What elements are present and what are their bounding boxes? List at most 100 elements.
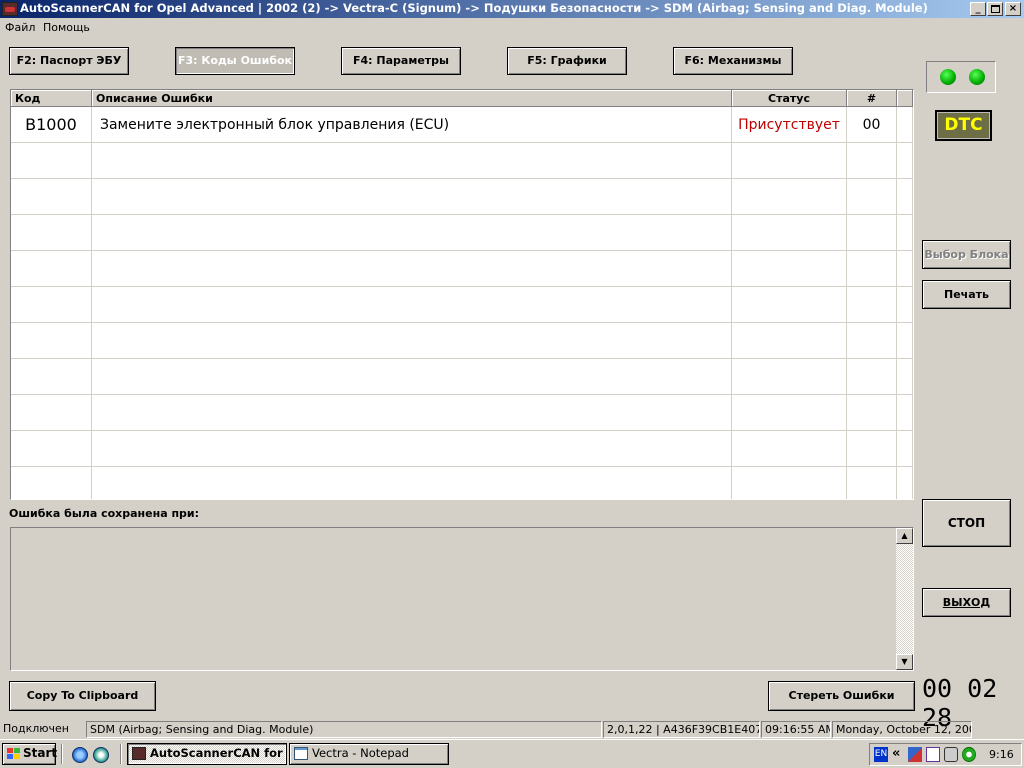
menu-file[interactable]: Файл (5, 21, 35, 34)
tab-mechanisms[interactable]: F6: Механизмы (673, 47, 793, 75)
table-cell (897, 251, 913, 287)
tab-parameters[interactable]: F4: Параметры (341, 47, 461, 75)
cell-count: 00 (847, 107, 897, 143)
stop-button[interactable]: СТОП (922, 499, 1011, 547)
table-cell (897, 467, 913, 499)
table-row-empty[interactable] (11, 287, 913, 323)
table-cell (11, 467, 92, 499)
table-cell (847, 359, 897, 395)
restore-icon (990, 5, 1000, 13)
table-cell (92, 395, 732, 431)
tray-app-icon[interactable] (944, 747, 958, 762)
tray-status-icon[interactable] (962, 747, 976, 762)
table-cell (92, 251, 732, 287)
status-led-icon (969, 69, 985, 85)
table-cell (847, 215, 897, 251)
table-row[interactable]: B1000 Замените электронный блок управлен… (11, 107, 913, 143)
table-cell (11, 431, 92, 467)
table-row-empty[interactable] (11, 395, 913, 431)
table-cell (11, 179, 92, 215)
table-cell (92, 179, 732, 215)
table-cell (732, 431, 847, 467)
task-notepad[interactable]: Vectra - Notepad (289, 743, 449, 765)
status-module: SDM (Airbag; Sensing and Diag. Module) (86, 721, 602, 738)
status-time: 09:16:55 AM (761, 721, 831, 738)
task-label: AutoScannerCAN for ... (150, 746, 287, 760)
table-cell (847, 287, 897, 323)
quicklaunch-icon[interactable] (93, 747, 109, 763)
menu-bar: Файл Помощь (0, 18, 1024, 38)
table-cell (847, 323, 897, 359)
status-date: Monday, October 12, 2009 (832, 721, 972, 738)
table-row-empty[interactable] (11, 467, 913, 499)
table-row-empty[interactable] (11, 143, 913, 179)
column-filler (897, 90, 913, 107)
menu-help[interactable]: Помощь (43, 21, 90, 34)
table-cell (11, 359, 92, 395)
copy-to-clipboard-button[interactable]: Copy To Clipboard (9, 681, 156, 711)
table-cell (732, 143, 847, 179)
scroll-down-icon[interactable]: ▼ (896, 654, 913, 670)
close-button[interactable]: × (1005, 2, 1021, 16)
internet-explorer-icon[interactable] (72, 747, 88, 763)
table-row-empty[interactable] (11, 179, 913, 215)
language-indicator[interactable]: EN (874, 747, 888, 762)
clear-errors-button[interactable]: Стереть Ошибки (768, 681, 915, 711)
table-cell (92, 359, 732, 395)
tab-ecu-passport[interactable]: F2: Паспорт ЭБУ (9, 47, 129, 75)
table-cell (897, 143, 913, 179)
column-description[interactable]: Описание Ошибки (92, 90, 732, 107)
table-cell (847, 251, 897, 287)
table-cell (92, 431, 732, 467)
table-cell (897, 215, 913, 251)
table-cell (11, 215, 92, 251)
column-code[interactable]: Код (11, 90, 92, 107)
table-cell (847, 467, 897, 499)
select-block-button[interactable]: Выбор Блока (922, 240, 1011, 269)
table-row-empty[interactable] (11, 431, 913, 467)
notepad-icon (294, 747, 308, 760)
tab-graphs[interactable]: F5: Графики (507, 47, 627, 75)
table-row-empty[interactable] (11, 359, 913, 395)
print-button[interactable]: Печать (922, 280, 1011, 309)
status-connection: Подключен (3, 722, 69, 735)
table-cell (92, 287, 732, 323)
tab-error-codes[interactable]: F3: Коды Ошибок (175, 47, 295, 75)
window-title: AutoScannerCAN for Opel Advanced | 2002 … (20, 1, 928, 15)
cell-status: Присутствует (732, 107, 847, 143)
column-status[interactable]: Статус (732, 90, 847, 107)
table-cell (732, 287, 847, 323)
table-cell (847, 179, 897, 215)
table-cell (92, 143, 732, 179)
start-button[interactable]: Start (2, 743, 57, 765)
tray-app-icon[interactable] (926, 747, 940, 762)
taskbar-clock[interactable]: 9:16 (989, 748, 1014, 761)
table-cell (847, 395, 897, 431)
maximize-button[interactable] (987, 2, 1003, 16)
column-count[interactable]: # (847, 90, 897, 107)
table-cell (11, 323, 92, 359)
table-row-empty[interactable] (11, 323, 913, 359)
taskbar: Start AutoScannerCAN for ... Vectra - No… (0, 739, 1024, 768)
table-cell (847, 143, 897, 179)
minimize-button[interactable]: _ (970, 2, 986, 16)
dtc-table[interactable]: Код Описание Ошибки Статус # B1000 Замен… (10, 89, 914, 500)
windows-logo-icon (7, 748, 20, 760)
exit-button[interactable]: ВЫХОД (922, 588, 1011, 617)
table-cell (847, 431, 897, 467)
scroll-up-icon[interactable]: ▲ (896, 528, 913, 544)
table-row-empty[interactable] (11, 215, 913, 251)
table-cell (897, 323, 913, 359)
status-ids: 2,0,1,22 | A436F39CB1E4074E (603, 721, 760, 738)
freeze-frame-scrollbar[interactable]: ▲ ▼ (896, 528, 913, 670)
taskbar-separator (120, 744, 122, 764)
app-car-icon[interactable] (2, 2, 18, 16)
tray-expand-icon[interactable]: « (892, 747, 906, 762)
table-cell (11, 287, 92, 323)
task-autoscanner[interactable]: AutoScannerCAN for ... (127, 743, 287, 765)
table-row-empty[interactable] (11, 251, 913, 287)
table-header: Код Описание Ошибки Статус # (11, 90, 913, 107)
network-icon[interactable] (908, 747, 922, 762)
freeze-frame-panel[interactable]: ▲ ▼ (10, 527, 914, 671)
table-cell (92, 323, 732, 359)
